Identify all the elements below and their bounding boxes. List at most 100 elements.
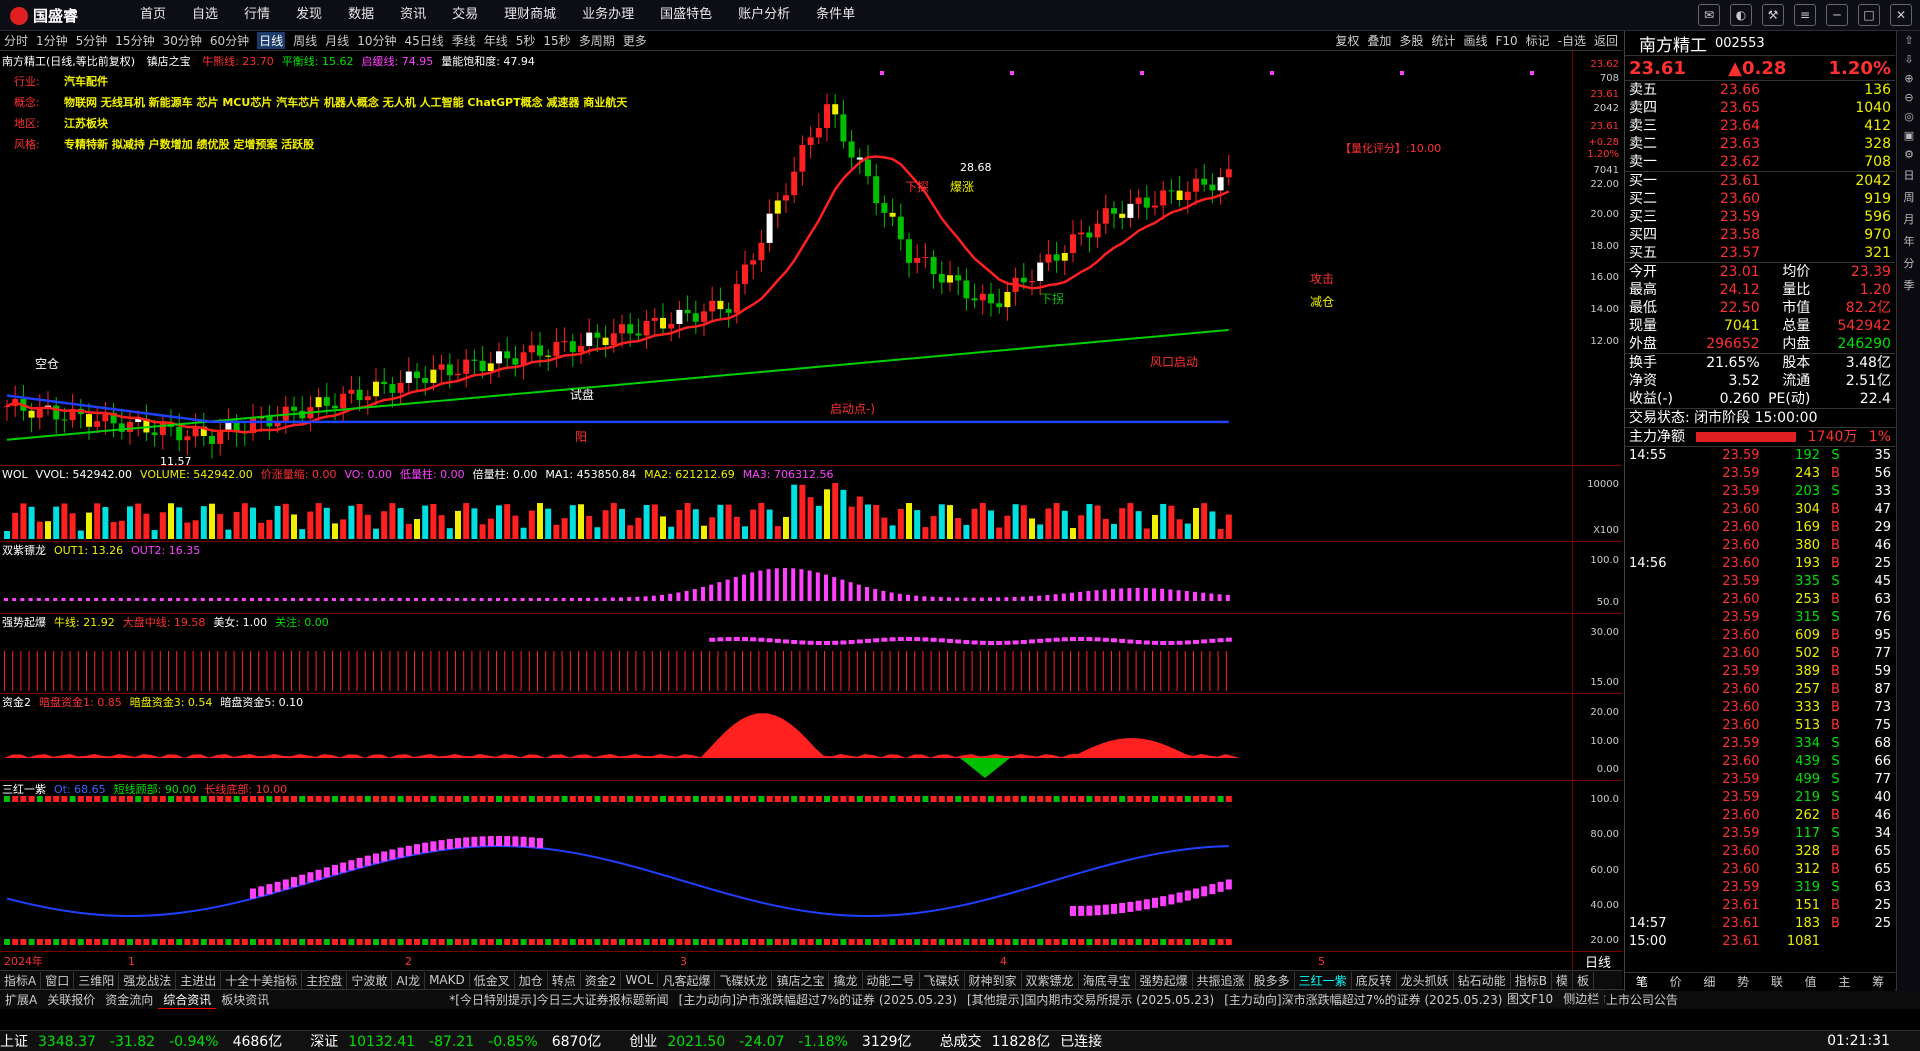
quote-tab-3[interactable]: 势 [1726,973,1760,991]
indicator-tab-12[interactable]: 转点 [548,971,581,989]
sub-panel-sh[interactable]: 三红一紫 Ot: 68.65 短线顾部: 90.00 长线底部: 10.00 100.0… [0,780,1622,952]
menu-item-4[interactable]: 数据 [348,0,374,30]
menu-item-5[interactable]: 资讯 [400,0,426,30]
index-0[interactable]: 上证 3348.37 -31.82 -0.94% 4686亿 [0,1031,292,1051]
side-tool-icon-6[interactable]: ⚙ [1904,148,1914,161]
sub-indicator-name[interactable]: 三红一紫 [2,783,46,796]
tools-icon[interactable]: ⚒ [1762,4,1784,26]
tick-list[interactable]: 14:55 23.59 192 S 35 23.59 243 B 56 23.59 203 S 33 23… [1625,447,1895,951]
sub-panel-qs[interactable]: 强势起爆 牛线: 21.92 大盘中线: 19.58 美女: 1.00 关注: 0.00… [0,613,1622,694]
toolbar-btn-4[interactable]: 画线 [1463,32,1487,49]
menu-icon[interactable]: ≡ [1794,4,1816,26]
side-tool-icon-11[interactable]: 分 [1904,255,1915,271]
indicator-tab-10[interactable]: 低金叉 [470,971,515,989]
period-tab-16[interactable]: 更多 [623,32,647,49]
ask-row-4[interactable]: 卖一 23.62 708 [1629,153,1891,171]
indicator-tab-6[interactable]: 主控盘 [302,971,348,989]
period-tab-12[interactable]: 年线 [484,32,508,49]
period-tab-2[interactable]: 5分钟 [76,32,108,49]
bid-row-4[interactable]: 买五 23.57 321 [1629,244,1891,262]
sub-panel-zj[interactable]: 资金2 暗盘资金1: 0.85 暗盘资金3: 0.54 暗盘资金5: 0.10 20.0… [0,693,1622,781]
period-tab-1[interactable]: 1分钟 [36,32,68,49]
indicator-tab-32[interactable]: 模 [1552,971,1573,989]
period-tab-15[interactable]: 多周期 [579,32,615,49]
side-tab-1[interactable]: 侧边栏 [1558,990,1605,1007]
index-1[interactable]: 深证 10132.41 -87.21 -0.85% 6870亿 [310,1031,611,1051]
indicator-tab-4[interactable]: 主进出 [176,971,222,989]
sub-indicator-name[interactable]: 双紫镖龙 [2,544,46,557]
ask-row-3[interactable]: 卖二 23.63 328 [1629,135,1891,153]
news-item-0[interactable]: *[今日特别提示]今日三大证券报标题新闻 [444,991,673,1008]
menu-item-2[interactable]: 行情 [244,0,270,30]
toolbar-btn-7[interactable]: -自选 [1558,32,1586,49]
period-tab-10[interactable]: 45日线 [404,32,443,49]
menu-item-3[interactable]: 发现 [296,0,322,30]
indicator-tab-28[interactable]: 底反转 [1352,971,1397,989]
bottom-tab-3[interactable]: 综合资讯 [158,991,217,1009]
side-tool-icon-8[interactable]: 周 [1904,189,1915,205]
indicator-tab-20[interactable]: 飞碟妖 [920,971,965,989]
news-item-3[interactable]: [主力动向]深市涨跌幅超过7%的证券 (2025.05.23) [1219,991,1507,1008]
ask-row-1[interactable]: 卖四 23.65 1040 [1629,99,1891,117]
quote-tab-2[interactable]: 细 [1693,973,1727,991]
quote-tab-4[interactable]: 联 [1760,973,1794,991]
index-2[interactable]: 创业 2021.50 -24.07 -1.18% 3129亿 [629,1031,921,1051]
sub-indicator-name[interactable]: WOL [2,468,28,481]
toolbar-btn-0[interactable]: 复权 [1335,32,1359,49]
indicator-tab-14[interactable]: WOL [621,973,659,987]
x-axis-period[interactable]: 日线 [1572,951,1623,971]
indicator-tab-13[interactable]: 资金2 [581,971,622,989]
indicator-tab-23[interactable]: 海底寻宝 [1079,971,1136,989]
indicator-tab-29[interactable]: 龙头抓妖 [1397,971,1454,989]
indicator-tab-24[interactable]: 强势起爆 [1136,971,1193,989]
menu-item-8[interactable]: 业务办理 [582,0,634,30]
indicator-tab-11[interactable]: 加仓 [515,971,548,989]
side-tool-icon-12[interactable]: 季 [1904,277,1915,293]
indicator-tab-15[interactable]: 凡客起爆 [658,971,716,989]
quote-tab-6[interactable]: 主 [1828,973,1862,991]
side-tool-icon-9[interactable]: 月 [1904,211,1915,227]
indicator-tab-1[interactable]: 窗口 [41,971,75,989]
menu-item-6[interactable]: 交易 [452,0,478,30]
skin-icon[interactable]: ◐ [1730,4,1752,26]
indicator-tab-26[interactable]: 股多多 [1250,971,1295,989]
sub-indicator-name[interactable]: 资金2 [2,696,31,709]
menu-item-10[interactable]: 账户分析 [738,0,790,30]
toolbar-btn-5[interactable]: F10 [1495,34,1517,48]
indicator-tab-16[interactable]: 飞碟妖龙 [715,971,773,989]
kline-panel[interactable]: 南方精工(日线,等比前复权) 镇店之宝 牛熊线: 23.70 平衡线: 15.62… [0,51,1622,466]
side-tool-icon-1[interactable]: ⇩ [1904,53,1913,66]
indicator-tab-7[interactable]: 宁波敢 [347,971,393,989]
indicator-tab-27[interactable]: 三红一紫 [1295,971,1352,989]
period-tab-11[interactable]: 季线 [452,32,476,49]
indicator-tab-18[interactable]: 擒龙 [829,971,863,989]
period-tab-9[interactable]: 10分钟 [357,32,396,49]
sub-panel-wol[interactable]: WOL VVOL: 542942.00 VOLUME: 542942.00 价涨量缩:… [0,465,1622,542]
indicator-tab-31[interactable]: 指标B [1511,971,1552,989]
indicator-tab-17[interactable]: 镇店之宝 [772,971,830,989]
minimize-icon[interactable]: ─ [1826,4,1848,26]
bid-row-3[interactable]: 买四 23.58 970 [1629,226,1891,244]
quote-tab-5[interactable]: 值 [1794,973,1828,991]
indicator-tab-0[interactable]: 指标A [0,971,42,989]
period-tab-14[interactable]: 15秒 [543,32,570,49]
quote-tab-7[interactable]: 筹 [1861,973,1895,991]
period-tab-4[interactable]: 30分钟 [163,32,202,49]
side-tool-icon-10[interactable]: 年 [1904,233,1915,249]
quote-tab-0[interactable]: 笔 [1625,973,1659,991]
indicator-tab-2[interactable]: 三维阳 [74,971,120,989]
indicator-tab-5[interactable]: 十全十美指标 [221,971,303,989]
period-tab-5[interactable]: 60分钟 [210,32,249,49]
menu-item-11[interactable]: 条件单 [816,0,855,30]
bottom-tab-2[interactable]: 资金流向 [100,991,158,1008]
message-icon[interactable]: ✉ [1698,4,1720,26]
bottom-tab-4[interactable]: 板块资讯 [216,991,274,1008]
bid-row-2[interactable]: 买三 23.59 596 [1629,208,1891,226]
quote-tab-1[interactable]: 价 [1659,973,1693,991]
toolbar-btn-1[interactable]: 叠加 [1367,32,1391,49]
period-tab-7[interactable]: 周线 [293,32,317,49]
sub-panel-sz[interactable]: 双紫镖龙 OUT1: 13.26 OUT2: 16.35 100.0 50.0 [0,541,1622,614]
news-item-2[interactable]: [其他提示]国内期市交易所提示 (2025.05.23) [962,991,1219,1008]
indicator-tab-19[interactable]: 动能二号 [863,971,920,989]
bottom-tab-0[interactable]: 扩展A [0,991,42,1008]
